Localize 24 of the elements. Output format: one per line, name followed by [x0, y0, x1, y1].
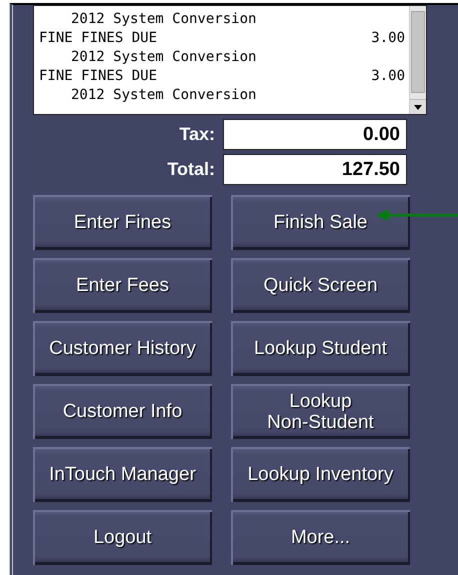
total-value: 127.50: [223, 154, 407, 185]
scroll-down-icon[interactable]: [410, 99, 426, 114]
action-button[interactable]: Enter Fines: [33, 195, 212, 250]
action-button[interactable]: Lookup Inventory: [231, 447, 410, 502]
action-button[interactable]: Quick Screen: [231, 258, 410, 313]
total-label: Total:: [166, 159, 216, 180]
action-button[interactable]: Logout: [33, 510, 212, 565]
total-value: 0.00: [223, 119, 407, 150]
receipt-note: 2012 System Conversion: [70, 86, 258, 105]
total-label: Tax:: [178, 124, 216, 145]
action-button[interactable]: More...: [231, 510, 410, 565]
action-button[interactable]: Customer History: [33, 321, 212, 376]
action-button[interactable]: Lookup Non-Student: [231, 384, 410, 439]
receipt-line: FINE FINES DUE 3.00: [39, 67, 405, 86]
receipt-note: 2012 System Conversion: [70, 48, 258, 67]
receipt-line: FINE FINES DUE 3.00: [39, 29, 405, 48]
action-button[interactable]: Customer Info: [33, 384, 212, 439]
receipt-list[interactable]: 2012 System Conversion FINE FINES DUE 3.00 2012 System Conversion FINE FINES DUE 3.00 2012 System Conversion: [33, 5, 427, 115]
receipt-note: 2012 System Conversion: [70, 10, 258, 29]
action-button[interactable]: InTouch Manager: [33, 447, 212, 502]
action-button[interactable]: Enter Fees: [33, 258, 212, 313]
scrollbar[interactable]: [409, 6, 426, 114]
action-button[interactable]: Finish Sale: [231, 195, 410, 250]
action-button[interactable]: Lookup Student: [231, 321, 410, 376]
